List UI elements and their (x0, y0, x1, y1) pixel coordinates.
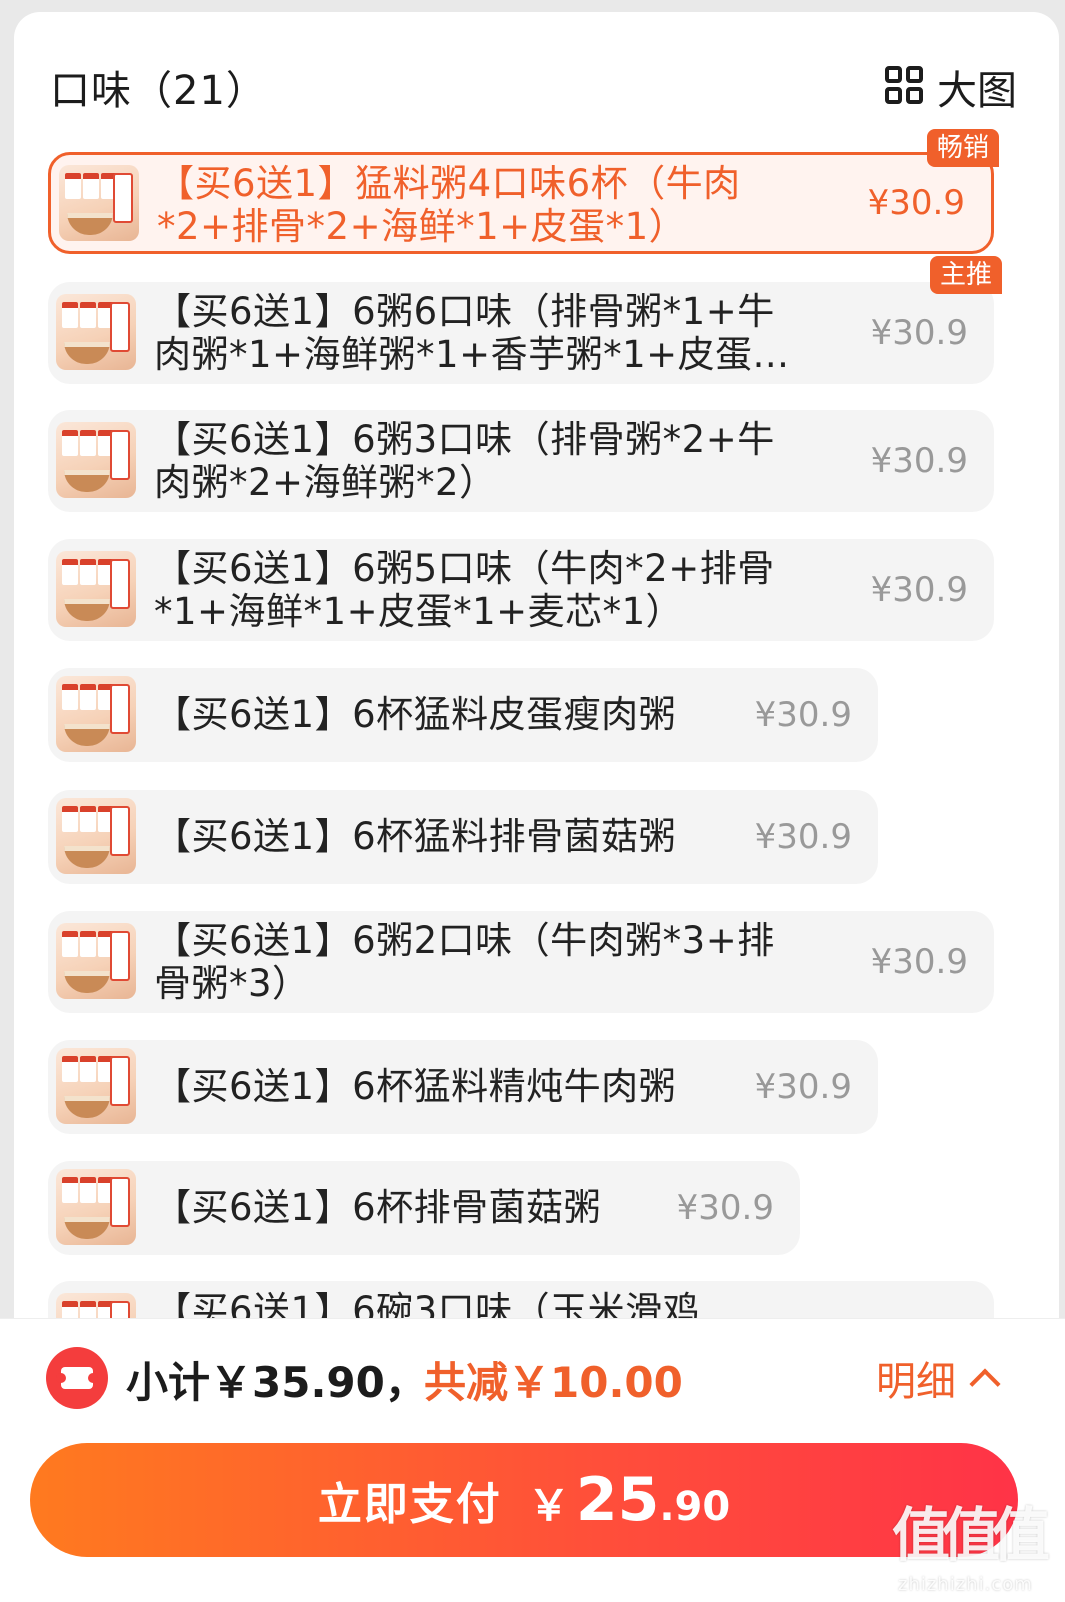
recommended-badge: 主推 (929, 256, 1002, 294)
flavor-option-price: ¥30.9 (867, 183, 965, 223)
pay-amount-decimal: .90 (659, 1484, 731, 1530)
product-thumbnail (56, 1048, 136, 1124)
flavor-option-title: 【买6送1】6粥6口味（排骨粥*1+牛 肉粥*1+海鲜粥*1+香芋粥*1+皮蛋..… (154, 290, 790, 376)
pay-now-label: 立即支付 (317, 1479, 502, 1530)
pay-currency: ￥ (527, 1481, 570, 1530)
flavor-option-price: ¥30.9 (870, 441, 968, 481)
flavor-option-title: 【买6送1】猛料粥4口味6杯（牛肉 *2+排骨*2+海鲜*1+皮蛋*1） (157, 162, 741, 248)
coupon-ticket-icon (46, 1347, 108, 1409)
flavor-option[interactable]: 【买6送1】6杯猛料精炖牛肉粥 ¥30.9 (48, 1040, 878, 1134)
flavor-option[interactable]: 【买6送1】6杯排骨菌菇粥 ¥30.9 (48, 1161, 800, 1255)
watermark-site: zhizhizhi.com (898, 1574, 1033, 1595)
discount-text: 共减￥10.00 (424, 1358, 683, 1407)
flavor-option-price: ¥30.9 (754, 695, 852, 735)
product-thumbnail (56, 551, 136, 627)
pay-amount-integer: 25 (575, 1465, 660, 1535)
bestseller-badge: 畅销 (926, 129, 999, 167)
flavor-option-price: ¥30.9 (870, 570, 968, 610)
flavor-option-title: 【买6送1】6粥3口味（排骨粥*2+牛 肉粥*2+海鲜粥*2） (154, 418, 775, 504)
flavor-option-title: 【买6送1】6杯猛料排骨菌菇粥 (154, 815, 677, 858)
flavor-option[interactable]: 【买6送1】6杯猛料皮蛋瘦肉粥 ¥30.9 (48, 668, 878, 762)
product-thumbnail (56, 923, 136, 999)
flavor-option-title: 【买6送1】6粥5口味（牛肉*2+排骨 *1+海鲜*1+皮蛋*1+麦芯*1） (154, 547, 775, 633)
flavor-option-title: 【买6送1】6粥2口味（牛肉粥*3+排 骨粥*3） (154, 919, 775, 1005)
flavor-option[interactable]: 【买6送1】猛料粥4口味6杯（牛肉 *2+排骨*2+海鲜*1+皮蛋*1） ¥30.… (48, 129, 999, 254)
pay-now-button[interactable]: 立即支付 ￥ 25 .90 (30, 1443, 1018, 1557)
flavor-option-title: 【买6送1】6杯猛料精炖牛肉粥 (154, 1065, 677, 1108)
flavor-option-price: ¥30.9 (676, 1188, 774, 1228)
flavor-option-price: ¥30.9 (870, 313, 968, 353)
price-detail-label: 明细 (876, 1359, 956, 1405)
flavor-option-price: ¥30.9 (754, 817, 852, 857)
flavor-option-price: ¥30.9 (870, 942, 968, 982)
flavor-option-title: 【买6送1】6杯排骨菌菇粥 (154, 1186, 602, 1229)
flavor-option[interactable]: 【买6送1】6粥2口味（牛肉粥*3+排 骨粥*3） ¥30.9 (48, 911, 994, 1013)
pay-amount: ￥ 25 .90 (528, 1465, 730, 1535)
flavor-option[interactable]: 【买6送1】6粥6口味（排骨粥*1+牛 肉粥*1+海鲜粥*1+香芋粥*1+皮蛋..… (48, 256, 1002, 384)
flavor-option-title: 【买6送1】6杯猛料皮蛋瘦肉粥 (154, 693, 677, 736)
product-thumbnail (56, 1169, 136, 1245)
subtotal-text: 小计￥35.90， (126, 1358, 427, 1407)
product-thumbnail (56, 798, 136, 874)
price-detail-toggle[interactable]: 明细 (876, 1349, 1001, 1407)
flavor-list[interactable]: 【买6送1】猛料粥4口味6杯（牛肉 *2+排骨*2+海鲜*1+皮蛋*1） ¥30.… (0, 0, 1065, 1346)
flavor-option[interactable]: 【买6送1】6杯猛料排骨菌菇粥 ¥30.9 (48, 790, 878, 884)
flavor-option-price: ¥30.9 (754, 1067, 852, 1107)
product-thumbnail (56, 422, 136, 498)
flavor-option[interactable]: 【买6送1】6粥3口味（排骨粥*2+牛 肉粥*2+海鲜粥*2） ¥30.9 (48, 410, 994, 512)
flavor-option[interactable]: 【买6送1】6粥5口味（牛肉*2+排骨 *1+海鲜*1+皮蛋*1+麦芯*1） ¥3… (48, 539, 994, 641)
product-thumbnail (56, 676, 136, 752)
product-thumbnail (56, 294, 136, 370)
watermark-logo: 值值值 (892, 1501, 1050, 1569)
chevron-up-icon (969, 1368, 1001, 1400)
product-thumbnail (59, 165, 139, 241)
